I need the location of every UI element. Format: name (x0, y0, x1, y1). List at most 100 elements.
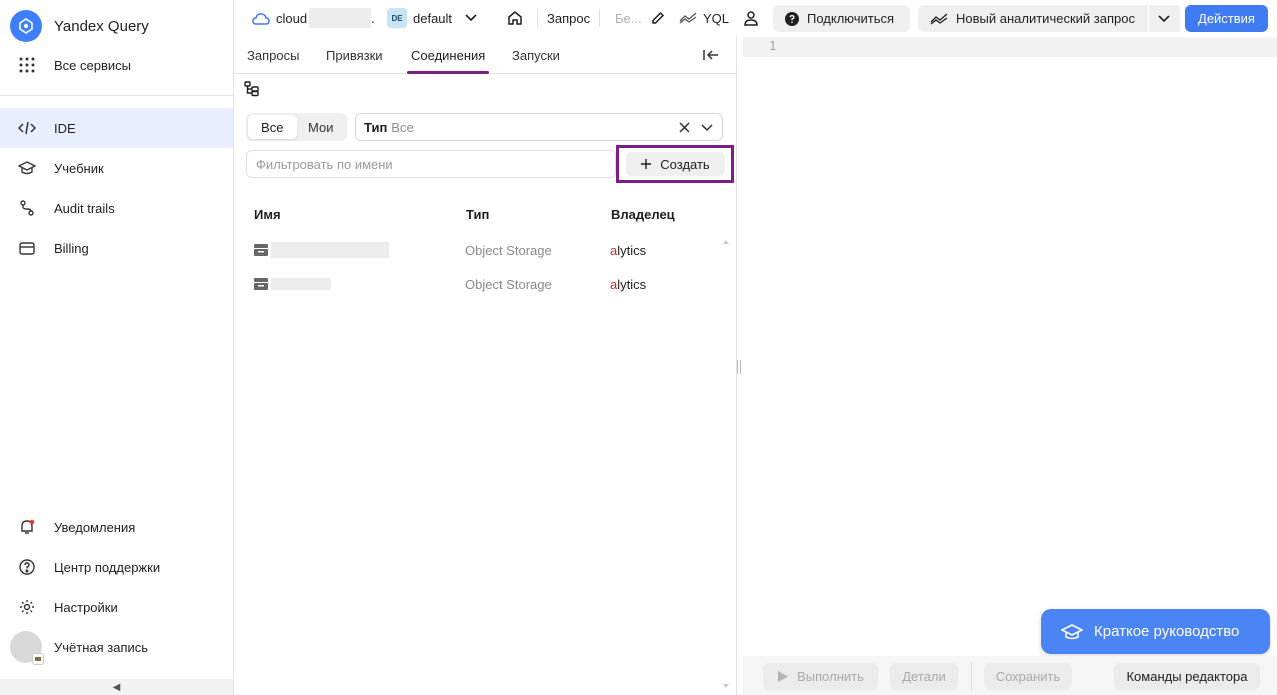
rename-query-button[interactable] (651, 0, 665, 36)
divider (537, 9, 538, 27)
new-query-dropdown-button[interactable] (1148, 5, 1178, 32)
brand[interactable]: Yandex Query (10, 10, 149, 42)
sidebar-item-notifications[interactable]: Уведомления (0, 507, 233, 547)
yandex-query-logo-icon (10, 10, 42, 42)
help-filled-icon (785, 11, 799, 26)
panel-resize-handle[interactable] (737, 360, 741, 374)
quick-guide-button[interactable]: Краткое руководство (1041, 609, 1270, 654)
sidebar-collapse-button[interactable]: ◀ (0, 679, 233, 695)
sidebar-item-support[interactable]: Центр поддержки (0, 547, 233, 587)
sidebar-item-label: Центр поддержки (54, 559, 161, 575)
connection-owner: a lytics (610, 233, 646, 267)
tab-label: Запуски (512, 47, 560, 63)
tab-queries[interactable]: Запросы (247, 36, 299, 74)
actions-button[interactable]: Действия (1185, 5, 1268, 32)
connection-name-redacted (271, 278, 331, 290)
sidebar-item-tutorial[interactable]: Учебник (0, 148, 233, 188)
pencil-icon (651, 11, 665, 25)
connection-type: Object Storage (465, 242, 552, 258)
cloud-name-redacted (309, 8, 372, 28)
collapse-left-icon (703, 49, 719, 61)
details-button[interactable]: Детали (890, 663, 958, 690)
graduation-cap-icon (1061, 623, 1083, 640)
connection-name-cell (254, 267, 331, 301)
column-header-name[interactable]: Имя (254, 207, 281, 222)
cloud-icon (252, 12, 270, 25)
details-label: Детали (902, 669, 946, 684)
query-editor[interactable]: 1 (743, 36, 1277, 660)
tab-label: Привязки (326, 47, 383, 63)
save-button[interactable]: Сохранить (984, 663, 1072, 690)
scroll-down-icon[interactable] (723, 684, 729, 688)
sidebar-item-label: Billing (54, 240, 89, 256)
segment-all[interactable]: Все (248, 115, 297, 139)
owner-segmented-control: Все Мои (246, 113, 347, 141)
chevron-down-icon (1157, 14, 1170, 23)
tab-connections[interactable]: Соединения (406, 36, 490, 74)
folder-name: default (413, 10, 453, 26)
new-analytical-query-button[interactable]: Новый аналитический запрос (918, 5, 1180, 32)
route-icon (18, 199, 36, 217)
column-header-type[interactable]: Тип (466, 207, 489, 222)
scroll-up-icon[interactable] (723, 240, 729, 244)
storage-icon (254, 277, 268, 291)
query-name[interactable]: Бе... (615, 0, 642, 36)
chevron-down-icon[interactable] (701, 124, 713, 132)
cloud-label: cloud (276, 10, 308, 26)
sidebar-item-account[interactable]: Учётная запись (0, 627, 233, 667)
sidebar-item-label: Audit trails (54, 200, 115, 216)
panel-tabs: Запросы Привязки Соединения Запуски (234, 36, 737, 74)
sidebar-item-label: IDE (54, 120, 76, 136)
chevron-down-icon (465, 14, 477, 22)
avatar (10, 631, 44, 665)
editor-toolbar: Выполнить Детали Сохранить Команды редак… (743, 656, 1277, 695)
query-name-text: Бе... (615, 10, 642, 26)
run-button[interactable]: Выполнить (763, 663, 878, 690)
connect-button[interactable]: Подключиться (773, 5, 910, 32)
new-query-label: Новый аналитический запрос (956, 11, 1135, 26)
segment-mine[interactable]: Мои (297, 115, 346, 139)
column-header-owner[interactable]: Владелец (611, 207, 675, 222)
current-line-highlight (743, 37, 1277, 57)
connect-label: Подключиться (807, 11, 895, 26)
create-connection-button[interactable]: Создать (626, 152, 725, 176)
sidebar-item-settings[interactable]: Настройки (0, 587, 233, 627)
name-filter-input[interactable]: Фильтровать по имени (246, 150, 616, 178)
credit-card-icon (18, 239, 36, 257)
brand-title: Yandex Query (54, 17, 149, 35)
gear-icon (18, 598, 36, 616)
type-filter-value: Все (391, 119, 414, 135)
tab-bindings[interactable]: Привязки (326, 36, 383, 74)
sidebar-item-billing[interactable]: Billing (0, 228, 233, 268)
plus-icon (641, 159, 652, 169)
play-icon (777, 670, 789, 683)
grid-icon (18, 56, 36, 74)
filter-placeholder: Фильтровать по имени (256, 156, 393, 172)
editor-commands-button[interactable]: Команды редактора (1114, 663, 1260, 690)
tab-runs[interactable]: Запуски (512, 36, 560, 74)
sidebar-item-label: Учётная запись (54, 639, 149, 655)
run-label: Выполнить (797, 669, 864, 684)
home-button[interactable] (507, 0, 523, 36)
folder-selector[interactable]: DE default (387, 0, 477, 36)
type-filter-select[interactable]: Тип Все (355, 113, 723, 141)
connection-name-cell (254, 233, 389, 267)
tab-label: Соединения (411, 47, 486, 63)
table-row[interactable]: Object Storage a lytics (234, 233, 737, 267)
clear-icon[interactable] (679, 122, 690, 133)
all-services-button[interactable]: Все сервисы (0, 45, 233, 85)
editor-commands-label: Команды редактора (1126, 669, 1248, 684)
tree-icon (244, 81, 260, 97)
cloud-selector[interactable]: cloud . (252, 0, 375, 36)
tree-view-button[interactable] (244, 81, 260, 97)
folder-badge: DE (387, 8, 407, 28)
user-button[interactable] (743, 0, 759, 36)
sidebar-item-ide[interactable]: IDE (0, 108, 233, 148)
collapse-panel-button[interactable] (703, 36, 719, 74)
table-row[interactable]: Object Storage a lytics (234, 267, 737, 301)
account-badge-icon (32, 653, 44, 665)
storage-icon (254, 243, 268, 257)
sidebar-item-audit-trails[interactable]: Audit trails (0, 188, 233, 228)
save-label: Сохранить (995, 669, 1061, 684)
query-language-selector[interactable]: YQL (679, 0, 729, 36)
